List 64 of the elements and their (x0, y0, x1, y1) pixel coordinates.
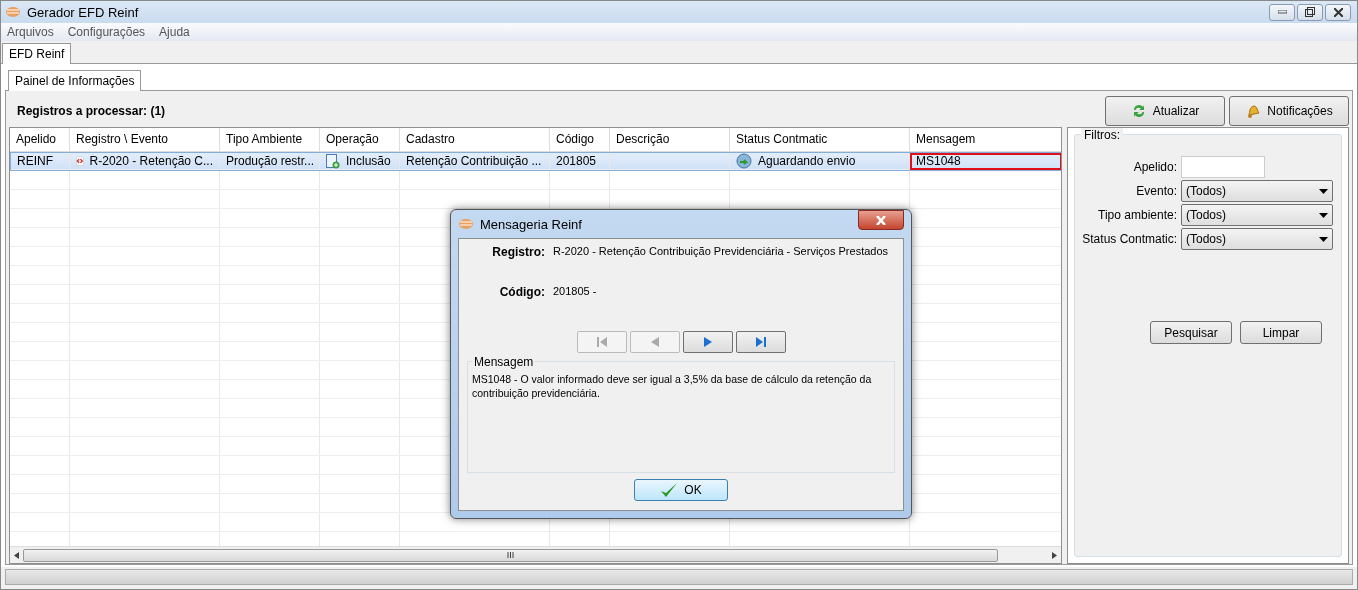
dropdown[interactable]: (Todos) (1181, 180, 1333, 202)
dropdown[interactable]: (Todos) (1181, 204, 1333, 226)
app-icon (458, 218, 474, 230)
field-label: Registro: (491, 245, 546, 259)
last-icon (754, 337, 767, 347)
dropdown-arrow-icon (1319, 188, 1328, 194)
input-field[interactable] (1181, 156, 1265, 178)
next-icon (703, 337, 712, 347)
menu-item[interactable]: Configurações (67, 25, 146, 39)
cell-text: 201805 (556, 154, 597, 168)
check-icon (660, 482, 679, 498)
message-title: Mensagem (472, 355, 536, 369)
scroll-thumb[interactable] (23, 548, 998, 562)
first-icon (595, 337, 608, 347)
restore-icon (1305, 7, 1315, 17)
next-button[interactable] (682, 331, 733, 353)
cell-text: Aguardando envio (758, 154, 856, 168)
table-row[interactable]: REINF R-2020 - Retenção C... Produção restr... Inclusão Retenção Contribuição ... 201805 Aguardando envio MS1048 (10, 152, 1061, 171)
field-label: Evento: (1135, 184, 1178, 198)
restore-button[interactable] (1297, 3, 1323, 21)
horizontal-scrollbar[interactable] (10, 546, 1061, 563)
clear-button[interactable]: Limpar (1240, 321, 1322, 344)
cell-text: REINF (17, 154, 53, 168)
message-text: MS1048 - O valor informado deve ser igual a 3,5% da base de cálculo da retenção da contribuição previdenciária. (472, 372, 873, 400)
xml-file-icon (76, 154, 84, 168)
search-button[interactable]: Pesquisar (1150, 321, 1232, 344)
menu-item[interactable]: Ajuda (159, 25, 190, 39)
dropdown[interactable]: (Todos) (1181, 228, 1333, 250)
cell-text: MS1048 (916, 154, 961, 168)
last-button[interactable] (735, 331, 786, 353)
close-icon (876, 215, 886, 225)
close-button[interactable] (858, 210, 904, 230)
dialog-title: Mensageria Reinf (480, 216, 582, 232)
field-value: 201805 - (553, 285, 597, 297)
window-title: Gerador EFD Reinf (27, 4, 139, 20)
ok-button[interactable]: OK (634, 479, 728, 501)
field-label: Status Contmatic: (1081, 232, 1178, 246)
filters-title: Filtros: (1081, 128, 1123, 142)
previous-icon (650, 337, 659, 347)
records-heading: Registros a processar: (1) (17, 104, 166, 118)
cell-text: Inclusão (346, 154, 391, 168)
grip-icon (507, 552, 514, 558)
close-icon (1333, 7, 1343, 17)
close-button[interactable] (1325, 3, 1351, 21)
scroll-left-icon (14, 551, 19, 559)
refresh-button[interactable]: Atualizar (1105, 96, 1225, 126)
tab[interactable]: Painel de Informações (8, 70, 142, 91)
dropdown-arrow-icon (1319, 212, 1328, 218)
field-label: Apelido: (1132, 160, 1178, 174)
minimize-icon (1277, 10, 1287, 14)
bell-icon (1245, 103, 1262, 119)
scroll-right-icon (1052, 551, 1057, 559)
menu-item[interactable]: Arquivos (7, 25, 54, 39)
app-icon (5, 6, 21, 18)
notifications-button[interactable]: Notificações (1229, 96, 1349, 126)
field-value: R-2020 - Retenção Contribuição Previdenciária - Serviços Prestados (553, 245, 889, 257)
document-add-icon (326, 153, 340, 169)
field-label: Tipo ambiente: (1097, 208, 1178, 222)
tab[interactable]: EFD Reinf (2, 43, 72, 64)
cell-text: Retenção Contribuição ... (406, 154, 542, 168)
cell-text: Produção restr... (226, 154, 315, 168)
dropdown-arrow-icon (1319, 236, 1328, 242)
cell-text: R-2020 - Retenção C... (89, 154, 213, 168)
field-label: Código: (498, 285, 546, 299)
